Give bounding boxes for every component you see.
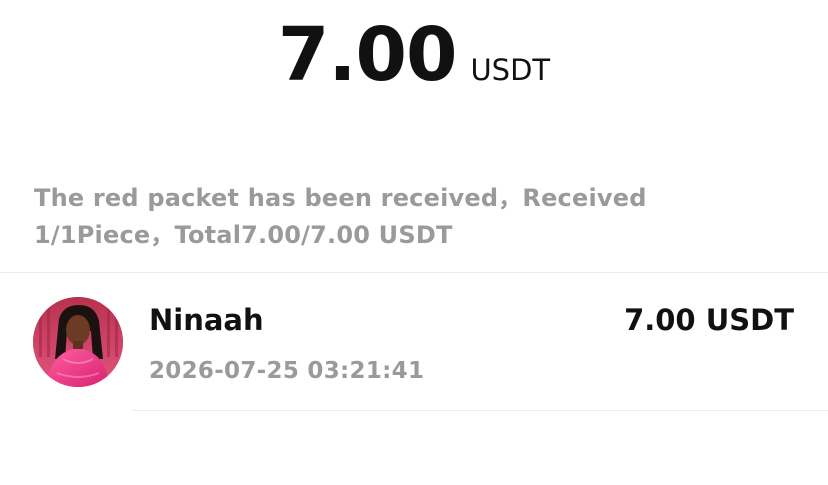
- received-timestamp: 2026-07-25 03:21:41: [149, 358, 425, 384]
- user-avatar-photo-icon: [33, 297, 123, 387]
- red-packet-summary: The red packet has been received，Receive…: [34, 180, 754, 254]
- received-amount: 7.00 USDT: [624, 303, 794, 337]
- summary-line-2: 1/1Piece，Total7.00/7.00 USDT: [34, 221, 453, 249]
- receiver-name: Ninaah: [149, 303, 264, 337]
- summary-line-1: The red packet has been received，Receive…: [34, 184, 647, 212]
- amount-unit: USDT: [470, 53, 551, 87]
- divider: [132, 410, 828, 411]
- divider: [0, 272, 828, 273]
- amount-header: 7.00 USDT: [0, 18, 828, 98]
- avatar[interactable]: [33, 297, 123, 387]
- amount-value: 7.00: [277, 12, 458, 98]
